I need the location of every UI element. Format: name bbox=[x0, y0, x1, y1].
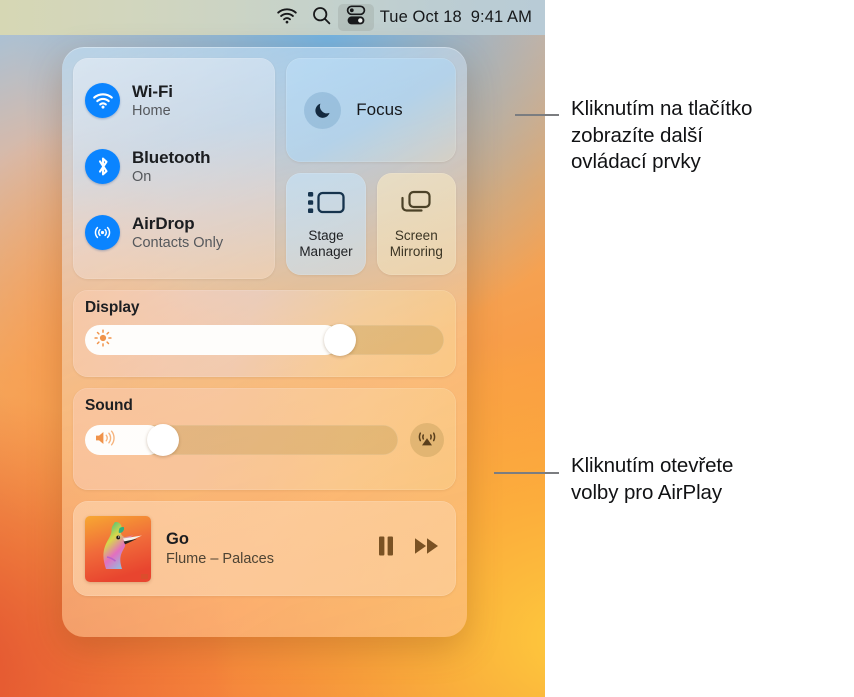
connectivity-tile: Wi-Fi Home Bluetooth On AirDrop Contacts… bbox=[73, 58, 276, 279]
fast-forward-button[interactable] bbox=[413, 535, 441, 562]
macos-screenshot: Tue Oct 18 9:41 AM Wi-Fi Home Bluetooth … bbox=[0, 0, 545, 697]
brightness-slider-fill bbox=[85, 325, 340, 355]
callout-airplay: Kliknutím otevřete volby pro AirPlay bbox=[571, 453, 846, 506]
control-center-top-row: Wi-Fi Home Bluetooth On AirDrop Contacts… bbox=[73, 58, 456, 279]
brightness-slider[interactable] bbox=[85, 324, 444, 356]
volume-icon bbox=[94, 429, 116, 452]
connectivity-item-airdrop[interactable]: AirDrop Contacts Only bbox=[85, 201, 263, 264]
display-title: Display bbox=[85, 299, 140, 316]
control-center-icon bbox=[345, 4, 367, 31]
now-playing-title: Go bbox=[166, 529, 189, 548]
sound-section: Sound bbox=[73, 388, 456, 490]
stage-manager-tile[interactable]: Stage Manager bbox=[286, 173, 366, 275]
screen-mirroring-label-line1: Screen bbox=[394, 228, 438, 244]
wifi-icon bbox=[85, 83, 120, 118]
focus-label: Focus bbox=[356, 100, 403, 119]
screenshot-root: Tue Oct 18 9:41 AM Wi-Fi Home Bluetooth … bbox=[0, 0, 854, 697]
screen-mirroring-label: Screen Mirroring bbox=[390, 228, 443, 259]
connectivity-status: Home bbox=[132, 102, 171, 119]
volume-slider[interactable] bbox=[85, 424, 398, 456]
connectivity-text-bluetooth: Bluetooth On bbox=[132, 147, 211, 185]
connectivity-title: Wi-Fi bbox=[132, 81, 173, 101]
leader-line-airplay bbox=[494, 472, 559, 474]
connectivity-column: Wi-Fi Home Bluetooth On AirDrop Contacts… bbox=[73, 58, 276, 279]
screen-mirroring-label-line2: Mirroring bbox=[389, 243, 443, 259]
screen-mirroring-icon bbox=[399, 189, 433, 221]
menu-bar: Tue Oct 18 9:41 AM bbox=[0, 0, 545, 35]
now-playing-text: Go Flume – Palaces bbox=[166, 530, 376, 568]
search-icon bbox=[312, 6, 331, 30]
sound-title: Sound bbox=[85, 397, 133, 414]
airplay-button[interactable] bbox=[410, 423, 444, 457]
brightness-icon bbox=[94, 328, 112, 352]
connectivity-item-bluetooth[interactable]: Bluetooth On bbox=[85, 135, 263, 198]
bluetooth-icon bbox=[85, 149, 120, 184]
stage-manager-label-line1: Stage bbox=[308, 228, 344, 244]
airdrop-icon bbox=[85, 215, 120, 250]
menu-bar-date: Tue Oct 18 bbox=[379, 8, 462, 26]
display-section: Display bbox=[73, 290, 456, 377]
now-playing-section: Go Flume – Palaces bbox=[73, 501, 456, 596]
sound-slider-row bbox=[85, 423, 444, 457]
connectivity-text-wifi: Wi-Fi Home bbox=[132, 82, 173, 119]
callout-line: ovládací prvky bbox=[571, 150, 701, 174]
menu-bar-clock[interactable]: Tue Oct 18 9:41 AM bbox=[380, 8, 532, 27]
right-column: Focus Stage Manager Screen Mirroring bbox=[286, 58, 456, 279]
callout-control-center-button: Kliknutím na tlačítko zobrazíte další ov… bbox=[571, 96, 846, 176]
menu-bar-control-center-button[interactable] bbox=[337, 4, 374, 31]
menu-bar-spotlight-button[interactable] bbox=[305, 4, 338, 31]
connectivity-status: Contacts Only bbox=[132, 234, 224, 251]
callout-line: zobrazíte další bbox=[571, 123, 703, 147]
leader-line-control-center bbox=[515, 114, 559, 116]
volume-slider-knob[interactable] bbox=[146, 424, 179, 456]
wifi-icon bbox=[276, 7, 298, 29]
callout-line: volby pro AirPlay bbox=[571, 480, 722, 504]
connectivity-item-wifi[interactable]: Wi-Fi Home bbox=[85, 69, 263, 132]
screen-mirroring-tile[interactable]: Screen Mirroring bbox=[376, 173, 456, 275]
connectivity-text-airdrop: AirDrop Contacts Only bbox=[132, 214, 223, 251]
stage-manager-label-line2: Manager bbox=[299, 243, 353, 259]
album-artwork[interactable] bbox=[85, 515, 151, 582]
connectivity-title: Bluetooth bbox=[132, 147, 211, 167]
stage-manager-label: Stage Manager bbox=[299, 228, 352, 259]
now-playing-controls bbox=[376, 534, 441, 563]
airplay-icon bbox=[416, 427, 438, 454]
menu-bar-time: 9:41 AM bbox=[470, 8, 532, 26]
connectivity-status: On bbox=[132, 168, 152, 185]
small-tiles-row: Stage Manager Screen Mirroring bbox=[286, 173, 456, 275]
control-center-panel: Wi-Fi Home Bluetooth On AirDrop Contacts… bbox=[62, 47, 467, 637]
display-slider-row bbox=[85, 324, 444, 356]
pause-button[interactable] bbox=[376, 534, 396, 563]
moon-icon bbox=[304, 91, 342, 129]
menu-bar-wifi-button[interactable] bbox=[269, 4, 305, 31]
now-playing-subtitle: Flume – Palaces bbox=[166, 550, 274, 567]
stage-manager-icon bbox=[306, 189, 346, 221]
callout-line: Kliknutím na tlačítko bbox=[571, 97, 753, 120]
connectivity-title: AirDrop bbox=[132, 213, 195, 233]
brightness-slider-knob[interactable] bbox=[323, 324, 356, 356]
focus-tile[interactable]: Focus bbox=[286, 58, 456, 162]
callout-line: Kliknutím otevřete bbox=[571, 454, 734, 477]
